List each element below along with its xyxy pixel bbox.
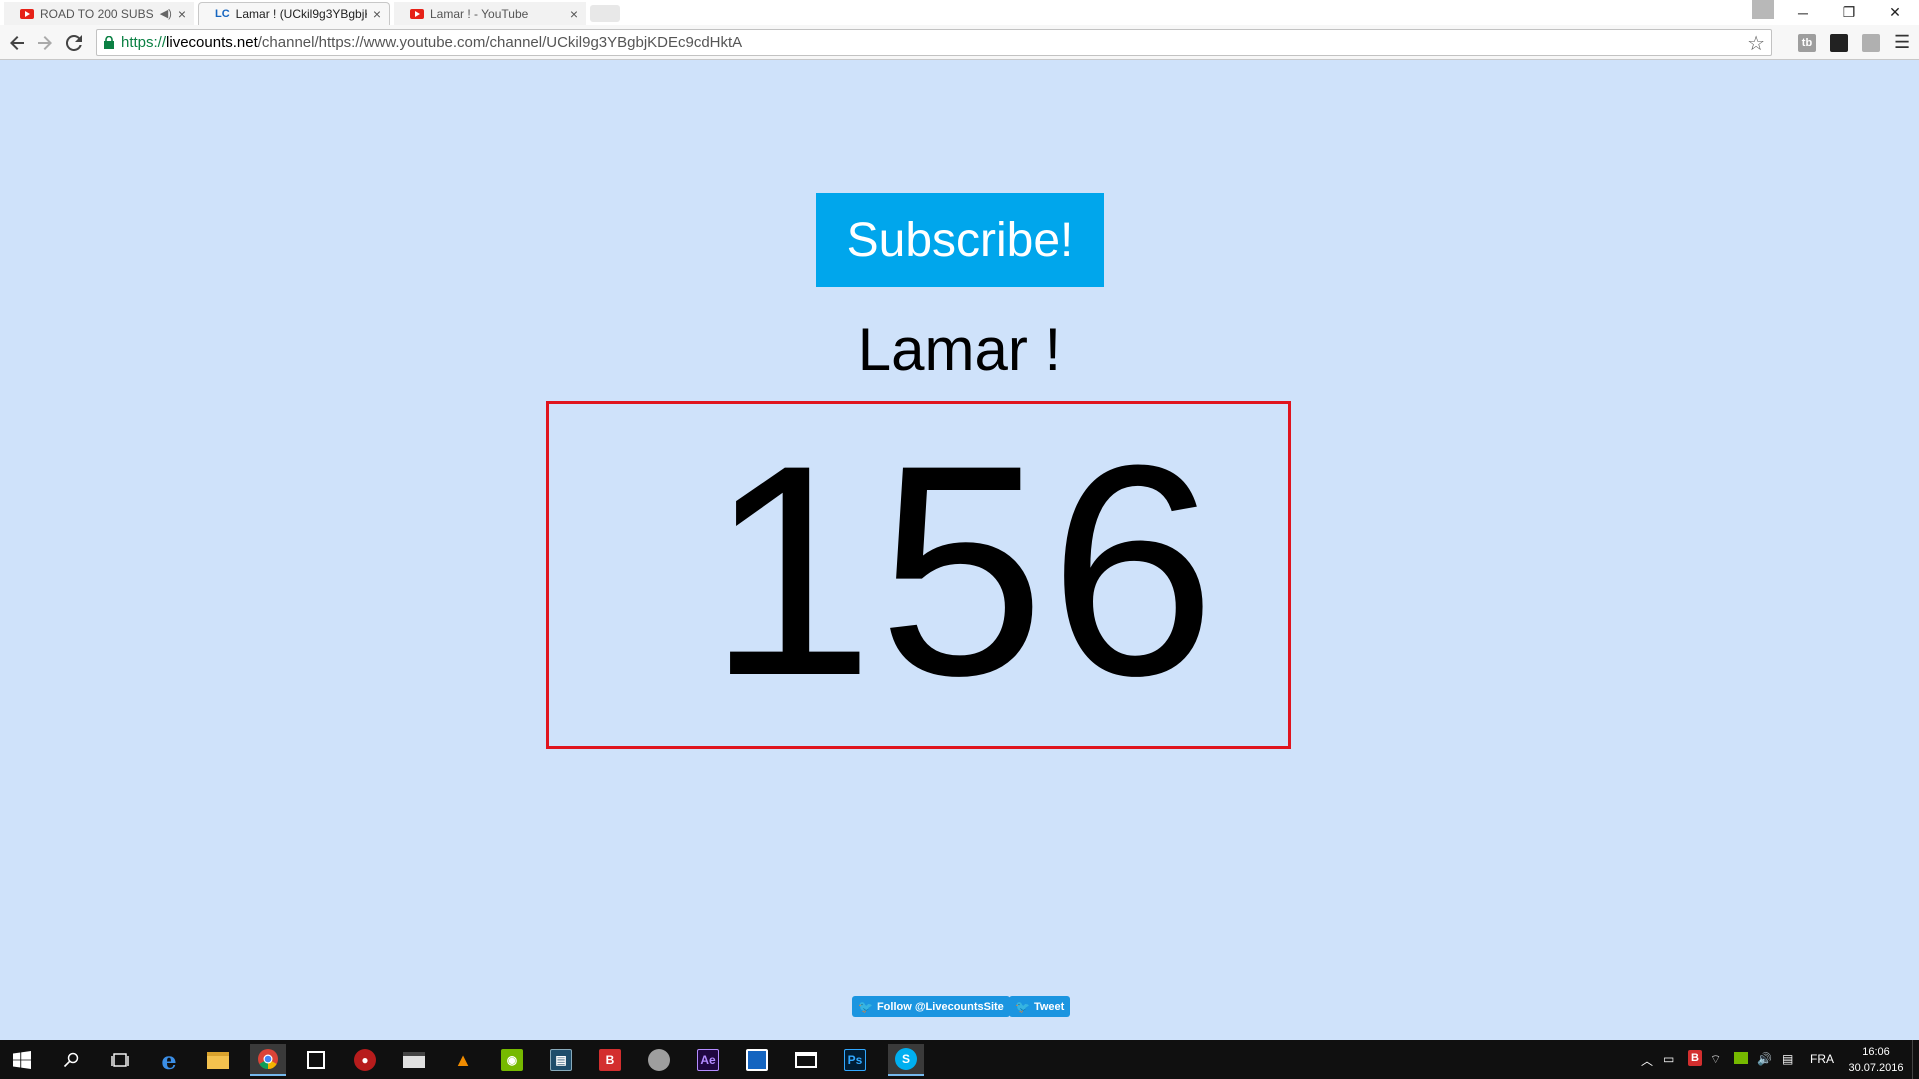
close-window-button[interactable]: ✕ — [1872, 0, 1918, 25]
follow-label: Follow @LivecountsSite — [876, 1000, 1004, 1013]
channel-name: Lamar ! — [857, 316, 1062, 383]
subscribe-button[interactable]: Subscribe! — [816, 193, 1104, 287]
volume-icon[interactable]: 🔊 — [1757, 1052, 1772, 1066]
wifi-icon[interactable]: ⌔ — [1710, 1052, 1721, 1067]
notifications-icon[interactable]: ▤ — [1782, 1052, 1793, 1066]
skype-icon[interactable]: S — [888, 1044, 924, 1076]
back-button[interactable] — [4, 30, 30, 56]
chrome-logo-icon — [258, 1049, 278, 1070]
after-effects-icon[interactable]: Ae — [692, 1044, 724, 1076]
task-view-glyph-icon — [111, 1053, 129, 1067]
url-scheme: https:// — [121, 34, 167, 51]
show-hidden-icons-chevron-icon[interactable]: ︿ — [1641, 1052, 1653, 1069]
window-app-icon[interactable] — [741, 1044, 773, 1076]
lock-icon — [104, 36, 114, 49]
input-language[interactable]: FRA — [1810, 1052, 1834, 1066]
reload-icon — [66, 35, 82, 51]
mascot-app-icon[interactable] — [643, 1044, 675, 1076]
reload-button[interactable] — [61, 30, 87, 56]
menu-hamburger-icon[interactable]: ☰ — [1894, 32, 1910, 53]
tab-title: Lamar ! - YouTube — [430, 6, 529, 21]
tweet-button[interactable]: 🐦 Tweet — [1009, 996, 1071, 1017]
grey-extension-icon[interactable] — [1862, 34, 1880, 52]
livecounts-page: Subscribe! Lamar ! 156 🐦 Follow @Livecou… — [0, 61, 1919, 1040]
vlc-icon[interactable]: ▲ — [447, 1044, 479, 1076]
photoshop-icon[interactable]: Ps — [839, 1044, 871, 1076]
youtube-icon — [20, 8, 34, 19]
windows-logo-icon — [13, 1051, 31, 1069]
youtube-icon — [410, 8, 424, 19]
file-explorer-icon[interactable] — [202, 1044, 234, 1076]
tb-extension-icon[interactable]: tb — [1798, 34, 1816, 52]
tab-title: ROAD TO 200 SUBS [G — [40, 6, 156, 21]
recorder-icon[interactable]: ● — [349, 1044, 381, 1076]
close-icon[interactable]: × — [373, 6, 381, 22]
url-text: https://livecounts.net/channel/https://w… — [121, 34, 742, 51]
windows-taskbar: e ● ▲ ◉ ▤ B Ae Ps S ︿ ▭ B ⌔ 🔊 ▤ FRA 16:0… — [0, 1040, 1919, 1079]
clapper-icon[interactable] — [398, 1044, 430, 1076]
close-icon[interactable]: × — [570, 6, 578, 22]
subscriber-count: 156 — [707, 402, 1220, 738]
back-arrow-icon — [10, 36, 24, 50]
nvidia-tray-icon[interactable] — [1734, 1052, 1748, 1064]
nvidia-icon[interactable]: ◉ — [496, 1044, 528, 1076]
clock-date: 30.07.2016 — [1848, 1062, 1904, 1074]
show-desktop-button[interactable] — [1912, 1040, 1919, 1079]
address-bar[interactable]: https://livecounts.net/channel/https://w… — [96, 29, 1772, 56]
task-view-icon[interactable] — [104, 1044, 136, 1076]
twitter-bird-icon: 🐦 — [1015, 999, 1030, 1014]
blank-window-icon[interactable] — [790, 1044, 822, 1076]
profile-avatar-icon[interactable] — [1752, 0, 1774, 19]
tab-lamar-livecounts[interactable]: LC Lamar ! (UCkil9g3YBgbjKD × — [198, 2, 390, 25]
livecounts-icon: LC — [215, 8, 230, 20]
chrome-icon[interactable] — [250, 1044, 286, 1076]
tab-road-to-200-subs[interactable]: ROAD TO 200 SUBS [G ◀) × — [4, 2, 194, 25]
tab-lamar-youtube[interactable]: Lamar ! - YouTube × — [394, 2, 586, 25]
clock-time: 16:06 — [1862, 1046, 1890, 1058]
start-icon[interactable] — [6, 1044, 38, 1076]
new-tab-button[interactable] — [590, 5, 620, 22]
bookmark-star-icon[interactable]: ☆ — [1747, 31, 1765, 56]
magnifier-icon — [63, 1052, 79, 1068]
store-icon[interactable] — [300, 1044, 332, 1076]
twitter-bird-icon: 🐦 — [858, 999, 873, 1014]
close-icon[interactable]: × — [178, 6, 186, 22]
forward-button[interactable] — [32, 30, 58, 56]
speaker-mute-icon[interactable]: ◀) — [160, 7, 172, 20]
battery-icon[interactable]: ▭ — [1663, 1052, 1674, 1066]
tweet-label: Tweet — [1033, 1000, 1065, 1013]
minimize-button[interactable]: ─ — [1780, 0, 1826, 25]
tab-bar: ROAD TO 200 SUBS [G ◀) × LC Lamar ! (UCk… — [0, 0, 1919, 25]
url-host: livecounts.net — [166, 34, 258, 51]
bandicam-icon[interactable]: B — [594, 1044, 626, 1076]
edge-icon[interactable]: e — [153, 1044, 185, 1076]
restore-button[interactable]: ❐ — [1826, 0, 1872, 25]
twitter-follow-button[interactable]: 🐦 Follow @LivecountsSite — [852, 996, 1010, 1017]
tab-title: Lamar ! (UCkil9g3YBgbjKD — [235, 7, 367, 21]
system-clock[interactable]: 16:06 30.07.2016 — [1848, 1044, 1904, 1076]
video-editor-icon[interactable]: ▤ — [545, 1044, 577, 1076]
search-icon[interactable] — [55, 1044, 87, 1076]
bandicam-tray-icon[interactable]: B — [1688, 1050, 1702, 1066]
ghost-extension-icon[interactable] — [1830, 34, 1848, 52]
subscriber-counter-box: 156 — [546, 401, 1291, 749]
forward-arrow-icon — [38, 36, 52, 50]
url-path: /channel/https://www.youtube.com/channel… — [257, 34, 743, 51]
browser-toolbar: https://livecounts.net/channel/https://w… — [0, 25, 1919, 60]
